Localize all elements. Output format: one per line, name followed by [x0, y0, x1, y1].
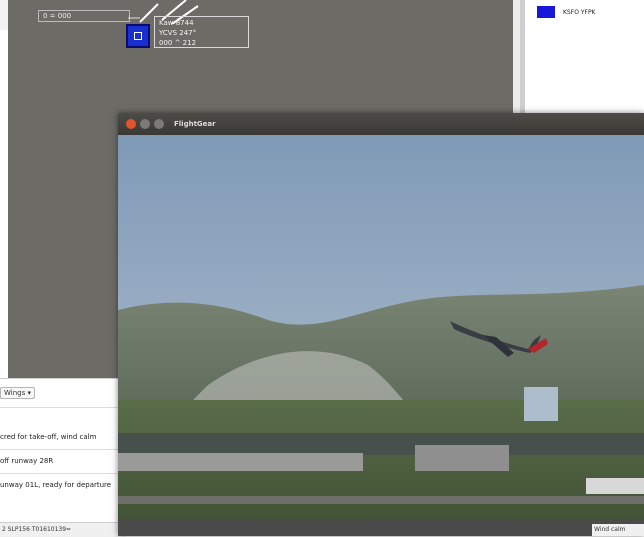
flight-strip-label: KSFO YFPK [563, 8, 596, 16]
hangar [586, 478, 644, 494]
divider [0, 449, 124, 450]
datablock-line-2: YCVS 247° [159, 29, 197, 37]
radar-readout: 0 = 000 [38, 10, 130, 22]
metar-status: 2 SLP156 T01610139= [0, 522, 126, 537]
divider [0, 407, 124, 408]
flight-strip-panel: KSFO YFPK [524, 0, 644, 116]
window-titlebar[interactable]: FlightGear [118, 113, 644, 135]
wings-row: Wings ▾ [0, 385, 35, 401]
taxiway [118, 496, 644, 504]
aircraft-datablock[interactable]: Kaw 8744 YCVS 247° 000 ^ 212 [154, 16, 249, 48]
terminal-building [415, 445, 509, 471]
wings-button-label: Wings [4, 389, 26, 397]
window-title: FlightGear [174, 120, 216, 128]
wings-dropdown-button[interactable]: Wings ▾ [0, 387, 35, 399]
close-icon[interactable] [126, 119, 136, 129]
tarmac [118, 453, 363, 471]
atc-message-panel: Wings ▾ cred for take-off, wind calm off… [0, 378, 126, 537]
flight-scene [118, 135, 644, 536]
datablock-line-3: 000 ^ 212 [159, 39, 197, 47]
datablock-line-1: Kaw 8744 [159, 19, 194, 27]
atc-message[interactable]: cred for take-off, wind calm [0, 433, 96, 441]
wind-status: Wind calm [592, 524, 644, 536]
flight-strip[interactable]: KSFO YFPK [537, 6, 596, 18]
atc-message[interactable]: off runway 28R [0, 457, 53, 465]
simulator-viewport[interactable] [118, 135, 644, 536]
atc-message[interactable]: unway 01L, ready for departure [0, 481, 111, 489]
flightgear-window[interactable]: FlightGear Wind calm [118, 113, 644, 536]
runway [118, 520, 644, 536]
tower [524, 387, 558, 421]
minimize-icon[interactable] [140, 119, 150, 129]
flight-color-swatch [537, 6, 555, 18]
divider [0, 473, 124, 474]
top-left-panel [0, 0, 8, 30]
aircraft-target-icon[interactable] [126, 24, 150, 48]
maximize-icon[interactable] [154, 119, 164, 129]
bay-water [118, 433, 644, 455]
dropdown-arrow-icon: ▾ [27, 389, 31, 397]
